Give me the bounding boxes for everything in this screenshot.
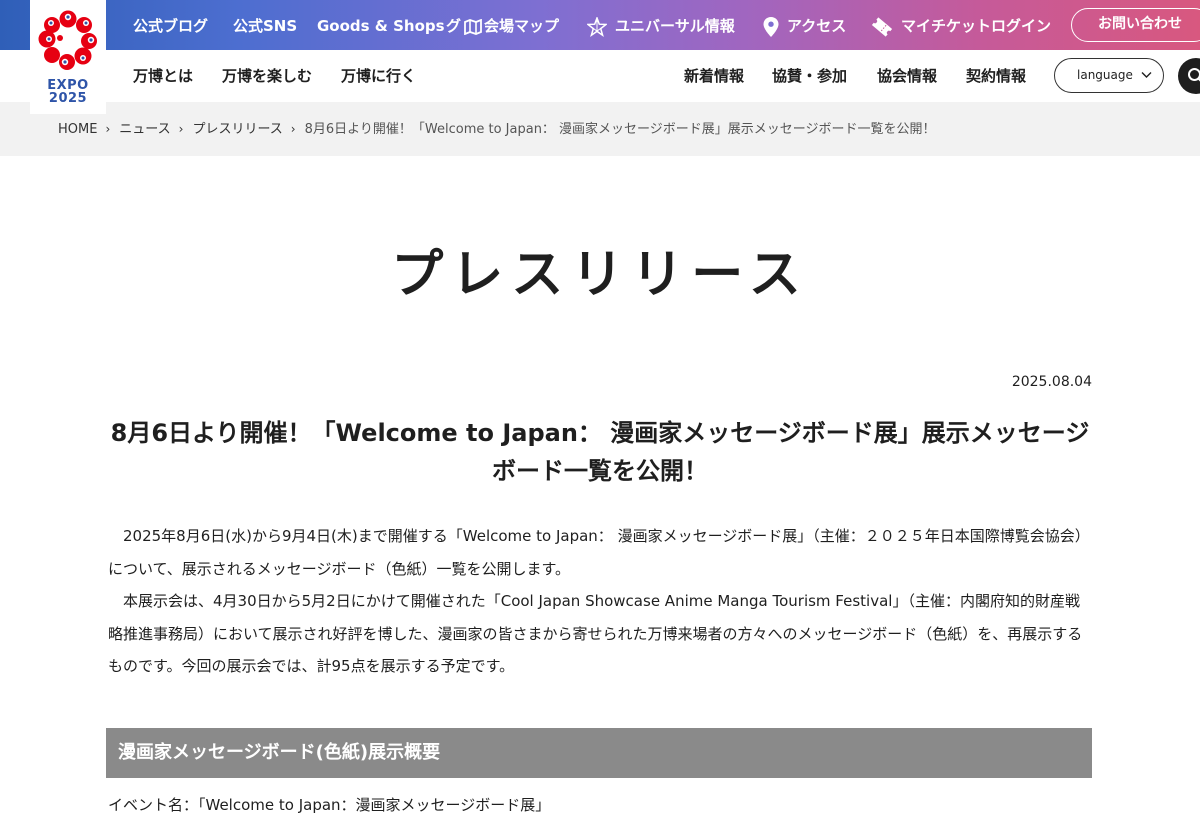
publish-date: 2025.08.04 — [1011, 374, 1092, 390]
breadcrumb-current-page: 8月6日より開催！「Welcome to Japan： 漫画家メッセージボード展… — [304, 122, 936, 137]
my-ticket-login-link[interactable]: マイチケットログイン — [871, 0, 1051, 50]
location-pin-icon — [763, 16, 779, 37]
official-sns-link[interactable]: 公式SNS — [233, 0, 297, 50]
breadcrumb-bar: HOME › ニュース › プレスリリース › 8月6日より開催！「Welcome to J… — [0, 102, 1200, 156]
breadcrumb-press-release[interactable]: プレスリリース — [192, 122, 282, 137]
universal-star-icon — [587, 16, 607, 37]
nav-sponsorship[interactable]: 協賛・参加 — [772, 50, 847, 102]
chevron-down-icon — [1141, 59, 1152, 92]
venue-map-link[interactable]: 会場マップ — [464, 0, 559, 50]
nav-latest-news[interactable]: 新着情報 — [684, 50, 744, 102]
goods-shops-link[interactable]: Goods & Shops — [317, 0, 445, 50]
venue-map-label: 会場マップ — [484, 17, 560, 35]
language-selector[interactable]: language — [1054, 58, 1164, 93]
page-title: プレスリリース — [391, 245, 809, 305]
universal-info-label: ユニバーサル情報 — [615, 17, 735, 35]
article-title: 8月6日より開催！「Welcome to Japan： 漫画家メッセージボード展… — [110, 419, 1090, 485]
ticket-icon — [871, 16, 893, 37]
section-heading-overview: 漫画家メッセージボード(色紙)展示概要 — [106, 728, 1092, 778]
nav-contract-info[interactable]: 契約情報 — [966, 50, 1026, 102]
nav-association-info[interactable]: 協会情報 — [877, 50, 937, 102]
contact-button[interactable]: お問い合わせ — [1071, 8, 1200, 42]
nav-visit-expo[interactable]: 万博に行く — [341, 50, 416, 102]
breadcrumb-news[interactable]: ニュース — [119, 122, 170, 137]
top-utility-bar: 公式ブログ 公式SNS Goods & Shops グ 会場マップ ユニバーサル… — [0, 0, 1200, 50]
access-label: アクセス — [787, 17, 847, 35]
chevron-right-icon: › — [178, 122, 184, 136]
breadcrumb: HOME › ニュース › プレスリリース › 8月6日より開催！「Welcome to J… — [58, 102, 936, 156]
myaku-myaku-logo-mark — [38, 10, 97, 70]
chevron-right-icon: › — [105, 122, 111, 136]
search-icon — [1188, 68, 1200, 82]
access-link[interactable]: アクセス — [763, 0, 846, 50]
breadcrumb-home[interactable]: HOME — [58, 122, 97, 137]
universal-info-link[interactable]: ユニバーサル情報 — [587, 0, 735, 50]
article-paragraph-2: 本展示会は、4月30日から5月2日にかけて開催された「Cool Japan Sh… — [108, 592, 1083, 675]
chevron-right-icon: › — [290, 122, 296, 136]
event-name-line: イベント名：「Welcome to Japan：漫画家メッセージボード展」 — [108, 796, 551, 814]
map-icon — [464, 18, 482, 35]
article-paragraph-1: 2025年8月6日(水)から9月4日(木)まで開催する「Welcome to J… — [108, 527, 1090, 578]
guide-link[interactable]: グ — [446, 0, 461, 50]
guide-link-label: グ — [446, 17, 462, 35]
article-body: 2025年8月6日(水)から9月4日(木)まで開催する「Welcome to J… — [108, 520, 1092, 683]
expo-2025-logo[interactable]: EXPO 2025 — [30, 0, 106, 114]
main-navigation: 万博とは 万博を楽しむ 万博に行く 新着情報 協賛・参加 協会情報 契約情報 l… — [0, 50, 1200, 102]
my-ticket-login-label: マイチケットログイン — [901, 17, 1052, 35]
logo-text-year: 2025 — [48, 91, 88, 106]
nav-enjoy-expo[interactable]: 万博を楽しむ — [222, 50, 312, 102]
search-button[interactable] — [1178, 58, 1200, 94]
nav-about-expo[interactable]: 万博とは — [133, 50, 193, 102]
official-blog-link[interactable]: 公式ブログ — [133, 0, 208, 50]
language-label: language — [1077, 68, 1133, 82]
